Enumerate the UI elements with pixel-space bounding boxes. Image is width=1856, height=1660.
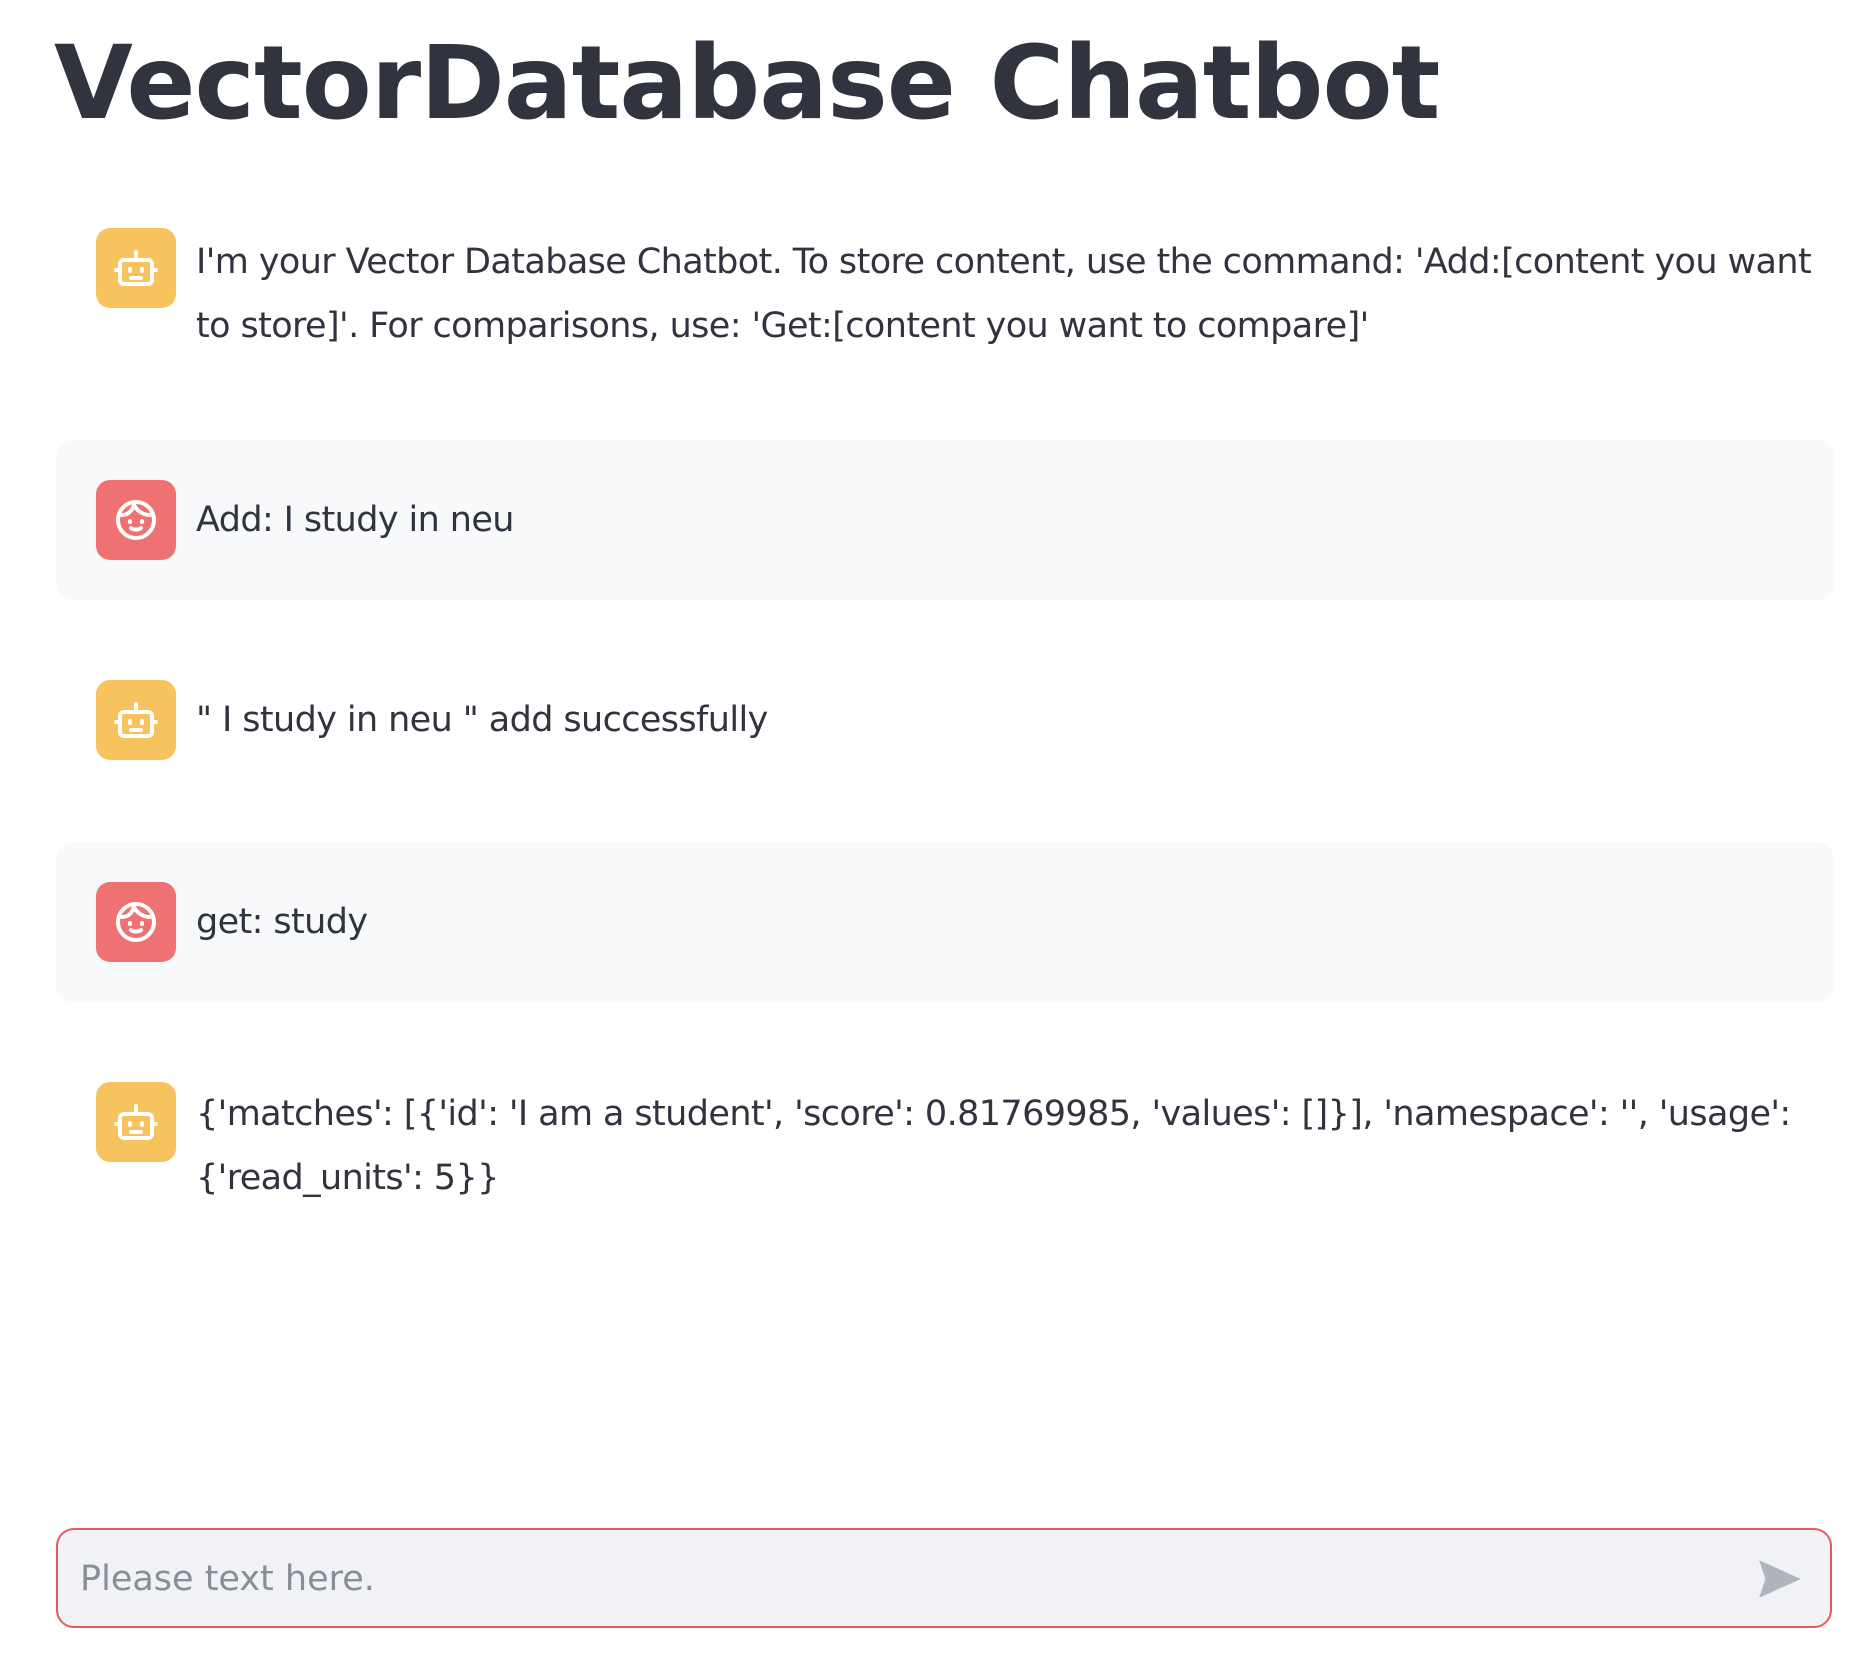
page-title: VectorDatabase Chatbot — [54, 24, 1440, 143]
robot-icon — [96, 1082, 176, 1162]
chat-input[interactable] — [78, 1530, 1722, 1628]
robot-icon — [96, 228, 176, 308]
user-face-icon — [96, 480, 176, 560]
send-icon[interactable] — [1754, 1554, 1806, 1604]
chat-message-user: Add: I study in neu — [56, 440, 1834, 600]
user-face-icon — [96, 882, 176, 962]
message-text: " I study in neu " add successfully — [196, 700, 768, 740]
chat-app: VectorDatabase Chatbot I'm your Vector D… — [0, 0, 1856, 1660]
chat-message-user: get: study — [56, 842, 1834, 1002]
message-text: I'm your Vector Database Chatbot. To sto… — [196, 242, 1822, 346]
chat-message-assistant: " I study in neu " add successfully — [56, 660, 1834, 780]
chat-message-assistant: I'm your Vector Database Chatbot. To sto… — [56, 210, 1834, 360]
message-text: Add: I study in neu — [196, 500, 514, 540]
chat-message-assistant: {'matches': [{'id': 'I am a student', 's… — [56, 1062, 1834, 1212]
message-text: {'matches': [{'id': 'I am a student', 's… — [196, 1094, 1802, 1198]
robot-icon — [96, 680, 176, 760]
chat-input-container[interactable] — [56, 1528, 1832, 1628]
message-text: get: study — [196, 902, 368, 942]
